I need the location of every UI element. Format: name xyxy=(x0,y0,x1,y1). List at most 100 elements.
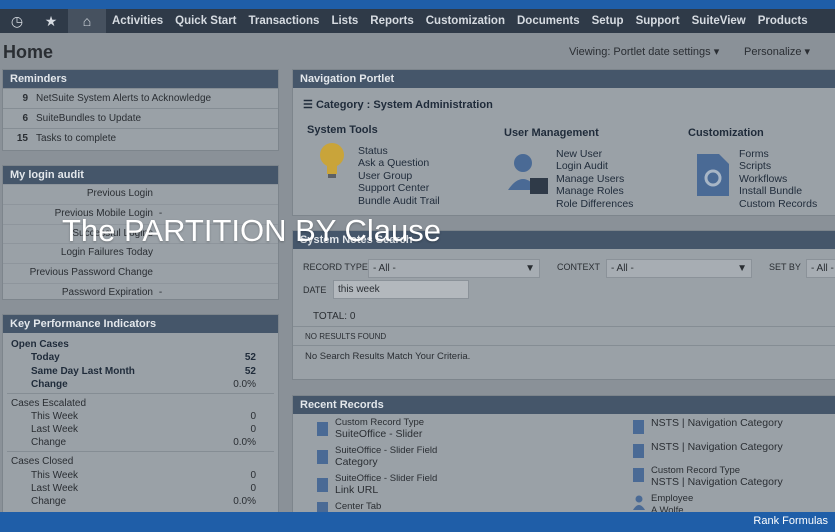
reminder-label: NetSuite System Alerts to Acknowledge xyxy=(36,93,212,104)
kpi-row: Change 0.0% xyxy=(31,378,273,391)
date-input[interactable]: this week xyxy=(333,280,469,299)
record-name: Category xyxy=(335,455,378,468)
personalize-dropdown[interactable]: Personalize ▾ xyxy=(744,45,810,58)
set-by-select[interactable]: - All - xyxy=(806,259,835,278)
record-name: NSTS | Navigation Category xyxy=(651,417,783,429)
reminder-row[interactable]: 6 SuiteBundles to Update xyxy=(3,108,278,128)
link-new-user[interactable]: New User xyxy=(556,148,633,160)
kpi-label: Change xyxy=(31,437,67,448)
document-icon xyxy=(633,420,644,434)
login-audit-title: My login audit xyxy=(3,166,278,184)
reminder-row[interactable]: 15 Tasks to complete xyxy=(3,128,278,148)
nav-products[interactable]: Products xyxy=(758,15,808,27)
link-support-center[interactable]: Support Center xyxy=(358,182,440,194)
reminder-count: 6 xyxy=(22,113,28,124)
link-manage-users[interactable]: Manage Users xyxy=(556,173,633,185)
link-custom-records[interactable]: Custom Records xyxy=(739,198,817,210)
recent-clock-icon[interactable]: ◷ xyxy=(0,9,34,33)
link-ask-question[interactable]: Ask a Question xyxy=(358,157,440,169)
kpi-escalated[interactable]: Cases Escalated xyxy=(11,397,273,410)
record-type: SuiteOffice - Slider Field xyxy=(335,473,438,484)
kpi-value: 0 xyxy=(250,470,256,481)
favorites-star-icon[interactable]: ★ xyxy=(34,9,68,33)
viewing-dropdown[interactable]: Viewing: Portlet date settings ▾ xyxy=(569,45,719,58)
date-value: this week xyxy=(338,284,380,295)
record-type: Center Tab xyxy=(335,501,382,512)
document-icon xyxy=(317,478,328,492)
reminder-count: 9 xyxy=(22,93,28,104)
recent-record-item[interactable]: NSTS | Navigation Category xyxy=(651,441,783,454)
record-type-select[interactable]: - All - ▼ xyxy=(368,259,540,278)
document-icon xyxy=(317,502,328,512)
chevron-down-icon: ▾ xyxy=(804,46,811,58)
audit-row: Previous Password Change xyxy=(3,263,278,283)
link-role-differences[interactable]: Role Differences xyxy=(556,198,633,210)
recent-record-item[interactable]: Center Tab xyxy=(335,501,381,513)
kpi-value: 0.0% xyxy=(233,437,256,448)
nav-reports[interactable]: Reports xyxy=(370,15,413,27)
context-label: CONTEXT xyxy=(557,262,601,272)
divider xyxy=(7,451,274,452)
no-match-message: No Search Results Match Your Criteria. xyxy=(305,351,471,362)
kpi-open-cases[interactable]: Open Cases xyxy=(11,338,273,351)
link-forms[interactable]: Forms xyxy=(739,148,817,160)
system-tools-heading: System Tools xyxy=(307,124,378,136)
recent-record-item[interactable]: NSTS | Navigation Category xyxy=(651,417,783,430)
recent-record-item[interactable]: Custom Record Type NSTS | Navigation Cate… xyxy=(651,465,783,488)
kpi-row: Last Week 0 xyxy=(31,482,273,495)
user-management-links: New User Login Audit Manage Users Manage… xyxy=(556,148,633,210)
audit-value: - xyxy=(158,286,163,298)
set-by-value: - All - xyxy=(811,263,834,274)
user-management-heading: User Management xyxy=(504,127,599,139)
kpi-label: Same Day Last Month xyxy=(31,366,135,377)
record-name: NSTS | Navigation Category xyxy=(651,441,783,453)
chevron-down-icon: ▼ xyxy=(525,263,535,274)
set-by-label: SET BY xyxy=(769,262,801,272)
document-icon xyxy=(633,444,644,458)
record-type: Employee xyxy=(651,493,694,504)
link-user-group[interactable]: User Group xyxy=(358,170,440,182)
nav-customization[interactable]: Customization xyxy=(426,15,505,27)
personalize-label: Personalize xyxy=(744,46,802,58)
kpi-closed[interactable]: Cases Closed xyxy=(11,455,273,468)
reminder-label: Tasks to complete xyxy=(36,133,117,144)
footer-label: Rank Formulas xyxy=(753,515,828,527)
kpi-row: This Week 0 xyxy=(31,469,273,482)
lightbulb-icon xyxy=(320,143,344,178)
nav-transactions[interactable]: Transactions xyxy=(249,15,320,27)
divider xyxy=(293,326,835,327)
audit-row: Password Expiration - xyxy=(3,282,278,303)
kpi-label: Last Week xyxy=(31,483,79,494)
nav-support[interactable]: Support xyxy=(636,15,680,27)
nav-activities[interactable]: Activities xyxy=(112,15,163,27)
link-install-bundle[interactable]: Install Bundle xyxy=(739,185,817,197)
nav-documents[interactable]: Documents xyxy=(517,15,580,27)
recent-record-item[interactable]: SuiteOffice - Slider Field Link URL xyxy=(335,473,437,496)
reminder-row[interactable]: 9 NetSuite System Alerts to Acknowledge xyxy=(3,88,278,108)
category-selector[interactable]: ☰ Category : System Administration xyxy=(303,98,493,111)
record-name: NSTS | Navigation Category xyxy=(651,475,783,488)
link-scripts[interactable]: Scripts xyxy=(739,160,817,172)
kpi-value: 0 xyxy=(250,483,256,494)
link-workflows[interactable]: Workflows xyxy=(739,173,817,185)
link-status[interactable]: Status xyxy=(358,145,440,157)
kpi-label: This Week xyxy=(31,411,79,422)
context-value: - All - xyxy=(611,263,634,274)
nav-suiteview[interactable]: SuiteView xyxy=(692,15,746,27)
gear-document-icon xyxy=(697,154,729,196)
chevron-down-icon: ▼ xyxy=(737,263,747,274)
context-select[interactable]: - All - ▼ xyxy=(606,259,752,278)
link-bundle-audit-trail[interactable]: Bundle Audit Trail xyxy=(358,195,440,207)
footer-bar: Rank Formulas xyxy=(0,512,835,532)
link-manage-roles[interactable]: Manage Roles xyxy=(556,185,633,197)
link-login-audit[interactable]: Login Audit xyxy=(556,160,633,172)
nav-setup[interactable]: Setup xyxy=(592,15,624,27)
recent-record-item[interactable]: Custom Record Type SuiteOffice - Slider xyxy=(335,417,424,440)
navigation-portlet: Navigation Portlet ☰ Category : System A… xyxy=(292,69,835,216)
recent-record-item[interactable]: SuiteOffice - Slider Field Category xyxy=(335,445,437,468)
home-icon[interactable]: ⌂ xyxy=(68,9,106,33)
users-icon xyxy=(508,154,548,194)
nav-quick-start[interactable]: Quick Start xyxy=(175,15,236,27)
employee-icon xyxy=(633,495,645,510)
nav-lists[interactable]: Lists xyxy=(331,15,358,27)
